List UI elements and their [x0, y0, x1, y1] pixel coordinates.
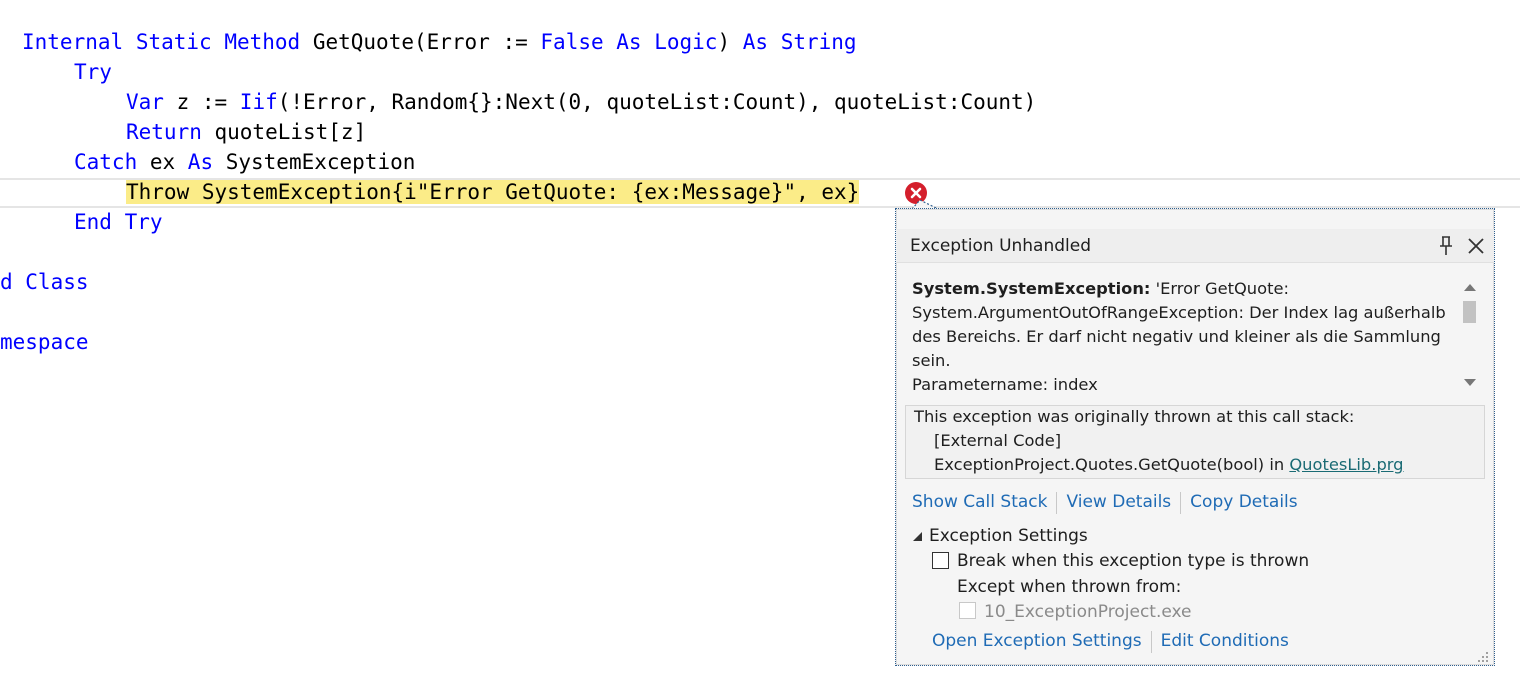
code-keyword: Return: [126, 120, 202, 144]
code-keyword: Logic: [654, 30, 718, 54]
message-line-3: des Bereichs. Er darf nicht negativ und …: [912, 327, 1441, 346]
exception-popup: Exception Unhandled System.SystemExcepti…: [895, 208, 1495, 666]
scroll-down-icon[interactable]: [1460, 375, 1480, 391]
pin-icon[interactable]: [1436, 234, 1456, 258]
code-line: Return quoteList[z]: [126, 117, 366, 147]
code-token: ): [717, 30, 743, 54]
exception-message: System.SystemException: 'Error GetQuote:…: [912, 277, 1456, 401]
resize-grip-icon[interactable]: [1475, 649, 1489, 663]
code-keyword: As: [187, 150, 214, 174]
message-line-2: System.ArgumentOutOfRangeException: Der …: [912, 303, 1446, 322]
popup-header: Exception Unhandled: [896, 229, 1494, 263]
code-line: Throw SystemException{i"Error GetQuote: …: [126, 177, 860, 207]
code-token: SystemException: [213, 150, 416, 174]
settings-links: Open Exception Settings Edit Conditions: [932, 628, 1289, 654]
exception-type: System.SystemException:: [912, 279, 1151, 298]
popup-title: Exception Unhandled: [910, 236, 1092, 256]
code-keyword: End: [74, 210, 112, 234]
code-keyword: d Class: [0, 270, 89, 294]
close-icon[interactable]: [1465, 235, 1487, 257]
except-when-thrown-label: Except when thrown from:: [957, 577, 1182, 597]
call-stack-intro: This exception was originally thrown at …: [914, 407, 1355, 426]
code-keyword: Try: [74, 60, 112, 84]
message-scrollbar[interactable]: [1460, 279, 1480, 391]
break-when-thrown-label[interactable]: Break when this exception type is thrown: [957, 549, 1309, 573]
exe-exclusion-label[interactable]: 10_ExceptionProject.exe: [984, 600, 1192, 624]
code-line: Try: [74, 57, 112, 87]
link-separator: [1180, 491, 1182, 514]
collapse-triangle-icon: [913, 531, 922, 541]
code-token: z :=: [163, 90, 240, 114]
code-keyword: Static: [135, 30, 212, 54]
code-keyword: Method: [224, 30, 301, 54]
code-line: mespace: [0, 327, 89, 357]
code-keyword: False: [540, 30, 604, 54]
code-keyword: Catch: [74, 150, 138, 174]
link-separator: [1056, 491, 1058, 514]
code-keyword: As: [742, 30, 769, 54]
scroll-thumb[interactable]: [1463, 301, 1476, 323]
exception-settings-heading: Exception Settings: [929, 526, 1088, 546]
code-line: d Class: [0, 267, 89, 297]
call-stack-external-code: [External Code]: [934, 431, 1062, 450]
message-line-4: sein.: [912, 351, 951, 370]
break-when-thrown-checkbox[interactable]: [932, 552, 949, 569]
code-line: Internal Static Method GetQuote(Error :=…: [22, 27, 857, 57]
action-links: Show Call Stack View Details Copy Details: [912, 489, 1298, 515]
code-keyword: Iif: [239, 90, 278, 114]
call-stack-frame-text: ExceptionProject.Quotes.GetQuote(bool) i…: [934, 455, 1290, 474]
scroll-up-icon[interactable]: [1460, 279, 1480, 295]
code-line: End Try: [74, 207, 163, 237]
code-line: Catch ex As SystemException: [74, 147, 415, 177]
code-token: GetQuote(Error :=: [300, 30, 541, 54]
code-keyword: As: [616, 30, 642, 54]
show-call-stack-link[interactable]: Show Call Stack: [912, 492, 1047, 512]
link-separator: [1150, 630, 1152, 653]
exception-settings-toggle[interactable]: Exception Settings: [912, 523, 1088, 549]
code-token: (!Error, Random{}:Next(0, quoteList:Coun…: [277, 90, 1037, 114]
message-line-1: 'Error GetQuote:: [1155, 279, 1289, 298]
source-file-link[interactable]: QuotesLib.prg: [1289, 455, 1403, 474]
code-keyword: Var: [126, 90, 164, 114]
code-keyword: String: [780, 30, 857, 54]
exe-exclusion-checkbox[interactable]: [959, 602, 976, 619]
open-exception-settings-link[interactable]: Open Exception Settings: [932, 631, 1142, 651]
edit-conditions-link[interactable]: Edit Conditions: [1161, 631, 1289, 651]
call-stack-box: This exception was originally thrown at …: [905, 405, 1485, 479]
code-keyword: Internal: [22, 30, 124, 54]
code-line: Var z := Iif(!Error, Random{}:Next(0, qu…: [126, 87, 1036, 117]
code-keyword: Try: [124, 210, 163, 234]
call-stack-frame: ExceptionProject.Quotes.GetQuote(bool) i…: [934, 453, 1404, 477]
code-token: ex: [137, 150, 188, 174]
message-line-5: Parametername: index: [912, 375, 1098, 394]
copy-details-link[interactable]: Copy Details: [1190, 492, 1297, 512]
highlighted-statement: Throw SystemException{i"Error GetQuote: …: [126, 180, 860, 204]
code-keyword: mespace: [0, 330, 89, 354]
code-token: quoteList[z]: [201, 120, 367, 144]
view-details-link[interactable]: View Details: [1066, 492, 1171, 512]
